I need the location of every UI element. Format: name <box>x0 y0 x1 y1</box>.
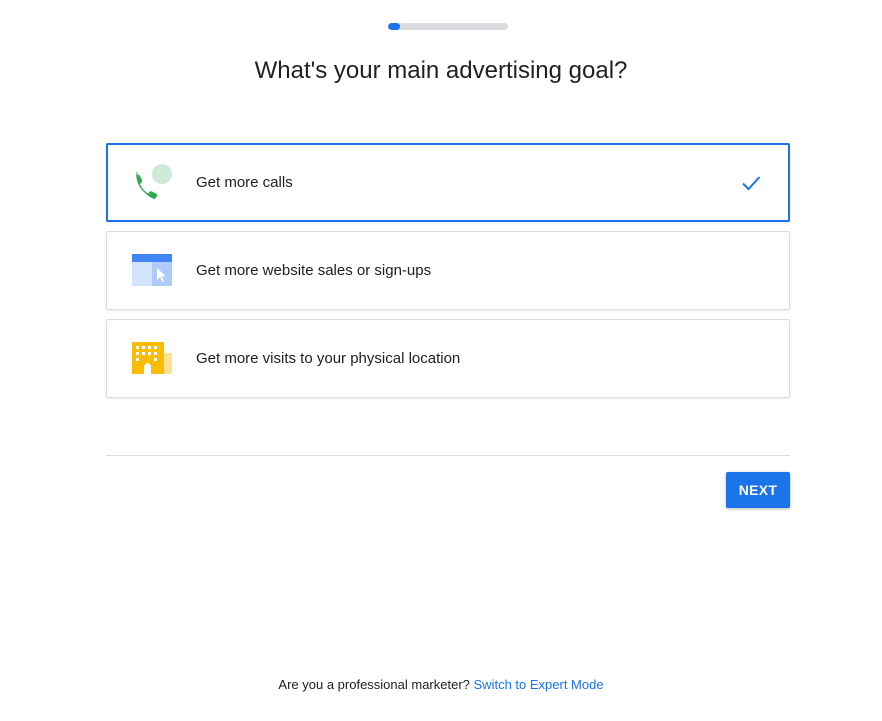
page-title: What's your main advertising goal? <box>254 57 628 84</box>
goal-option-store-visits[interactable]: Get more visits to your physical locatio… <box>106 319 790 398</box>
building-icon <box>131 338 173 378</box>
footer: Are you a professional marketer? Switch … <box>0 677 882 692</box>
goal-selection-page: What's your main advertising goal? Get m… <box>0 0 882 721</box>
phone-call-icon <box>131 162 173 202</box>
next-button[interactable]: NEXT <box>726 472 790 508</box>
goal-option-label: Get more website sales or sign-ups <box>196 262 432 279</box>
goal-option-label: Get more visits to your physical locatio… <box>196 350 461 367</box>
footer-text: Are you a professional marketer? <box>278 677 470 692</box>
divider <box>106 455 790 456</box>
goal-option-label: Get more calls <box>196 174 293 191</box>
switch-to-expert-mode-link[interactable]: Switch to Expert Mode <box>474 677 604 692</box>
goal-option-website[interactable]: Get more website sales or sign-ups <box>106 231 790 310</box>
goal-option-calls[interactable]: Get more calls <box>106 143 790 222</box>
progress-bar <box>388 23 508 30</box>
goal-options-list: Get more calls Get more website sales or… <box>106 143 790 407</box>
browser-window-icon <box>131 250 173 290</box>
progress-bar-fill <box>388 23 400 30</box>
checkmark-icon <box>740 172 762 194</box>
